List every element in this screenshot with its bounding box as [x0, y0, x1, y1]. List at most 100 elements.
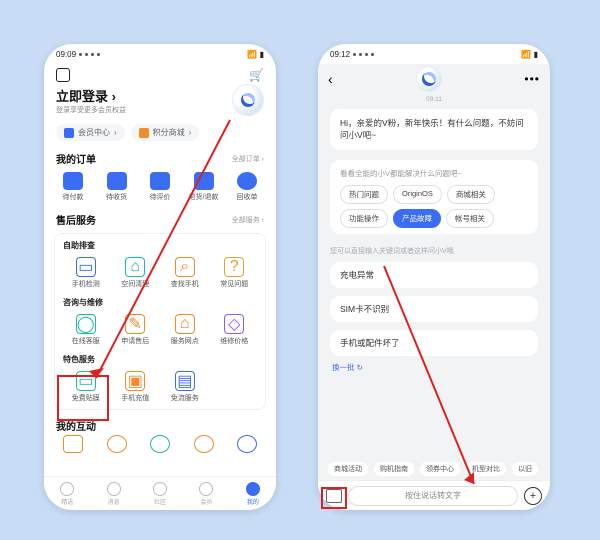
plus-icon[interactable]: +: [524, 487, 542, 505]
interact-5[interactable]: [228, 435, 266, 453]
quick-tag[interactable]: 购机指南: [374, 462, 414, 476]
topic-chip[interactable]: 功能操作: [340, 209, 388, 228]
data-icon: ▤: [175, 371, 195, 391]
bottom-tabbar: 精选 消息 社区 会员 我的: [44, 476, 276, 510]
recycle-icon: [237, 172, 257, 190]
aftersale-more[interactable]: 全部服务 ›: [232, 215, 264, 225]
topics-card: 看看全能的小V都能解决什么问题吧~ 热门问题 OriginOS 商城相关功能操作产品…: [330, 160, 538, 234]
store-icon: ⌂: [175, 314, 195, 334]
interact-4[interactable]: [185, 435, 223, 453]
member-center-pill[interactable]: 会员中心 ›: [56, 124, 125, 141]
order-pay[interactable]: 待付款: [54, 172, 92, 202]
film-icon: ▭: [76, 371, 96, 391]
coins-pill[interactable]: 积分商城 ›: [131, 124, 200, 141]
circle-icon: [237, 435, 257, 453]
faq[interactable]: ?常见问题: [210, 255, 260, 291]
quick-tag[interactable]: 领券中心: [420, 462, 460, 476]
order-review[interactable]: 待评价: [141, 172, 179, 202]
status-time: 09:12: [330, 50, 350, 59]
more-icon[interactable]: •••: [524, 72, 540, 86]
chat-screen: 09:12 📶 ▮ ‹ ••• 09:11 Hi，亲爱的V粉，新年快乐！有什么问…: [318, 44, 550, 510]
topic-chip[interactable]: 商城相关: [447, 185, 495, 204]
tab-messages[interactable]: 消息: [90, 477, 136, 510]
box-icon: [107, 172, 127, 190]
tab-community[interactable]: 社区: [137, 477, 183, 510]
free-film[interactable]: ▭免费贴膜: [61, 369, 111, 405]
status-bar: 09:12 📶 ▮: [318, 44, 550, 64]
refund-icon: [194, 172, 214, 190]
tab-featured[interactable]: 精选: [44, 477, 90, 510]
circle-icon: [194, 435, 214, 453]
tab-mine[interactable]: 我的: [230, 477, 276, 510]
login-title[interactable]: 立即登录 ›: [56, 86, 126, 105]
aftersale-heading: 售后服务: [56, 212, 96, 227]
order-refund[interactable]: 退货/退款: [185, 172, 223, 202]
login-subtitle: 登录享受更多会员权益: [56, 105, 126, 115]
group2-title: 咨询与维修: [63, 297, 259, 308]
service-store[interactable]: ⌂服务网点: [160, 312, 210, 348]
bot-avatar: [416, 66, 442, 92]
topics-title: 看看全能的小V都能解决什么问题吧~: [340, 168, 528, 179]
circle-icon: [150, 435, 170, 453]
topic-chip[interactable]: 产品故障: [393, 209, 441, 228]
coin-icon: [139, 128, 149, 138]
diamond-icon: [64, 128, 74, 138]
status-right-icons: 📶 ▮: [247, 50, 264, 59]
settings-hex-icon[interactable]: [56, 68, 70, 82]
topic-chip[interactable]: OriginOS: [393, 185, 442, 204]
orders-more[interactable]: 全部订单 ›: [232, 154, 264, 164]
voice-input[interactable]: 按住说话转文字: [348, 486, 518, 506]
order-recycle[interactable]: 回收单: [228, 172, 266, 202]
apply-aftersale[interactable]: ✎申请售后: [111, 312, 161, 348]
greeting-bubble: Hi，亲爱的V粉，新年快乐！有什么问题，不妨问问小V吧~: [330, 109, 538, 150]
review-icon: [150, 172, 170, 190]
qa-2[interactable]: SIM卡不识别: [330, 296, 538, 322]
search-icon: ⌕: [175, 257, 195, 277]
online-support[interactable]: ◯在线客服: [61, 312, 111, 348]
qa-1[interactable]: 充电异常: [330, 262, 538, 288]
topup-icon: ▣: [125, 371, 145, 391]
space-clean[interactable]: ⌂空间清理: [111, 255, 161, 291]
interact-2[interactable]: [98, 435, 136, 453]
tab-member[interactable]: 会员: [183, 477, 229, 510]
broom-icon: ⌂: [125, 257, 145, 277]
refresh-link[interactable]: 换一批 ↻: [318, 360, 550, 375]
timestamp: 09:11: [318, 96, 550, 103]
quick-tag[interactable]: 机型对比: [466, 462, 506, 476]
group3-title: 特色服务: [63, 354, 259, 365]
group1-title: 自助排查: [63, 240, 259, 251]
edit-icon: ✎: [125, 314, 145, 334]
status-bar: 09:09 📶 ▮: [44, 44, 276, 64]
phone-check[interactable]: ▭手机检测: [61, 255, 111, 291]
interact-heading: 我的互动: [56, 418, 96, 433]
orders-row: 待付款 待收货 待评价 退货/退款 回收单: [44, 168, 276, 208]
headset-icon: ◯: [76, 314, 96, 334]
quick-tag[interactable]: 以旧: [512, 462, 538, 476]
back-icon[interactable]: ‹: [328, 71, 333, 87]
cart-icon[interactable]: 🛒: [249, 68, 264, 82]
order-receive[interactable]: 待收货: [98, 172, 136, 202]
profile-screen: 09:09 📶 ▮ 🛒 立即登录 › 登录享受更多会员权益 会员中心 › 积分商…: [44, 44, 276, 510]
status-right-icons: 📶 ▮: [521, 50, 538, 59]
avatar[interactable]: [232, 84, 264, 116]
wallet-icon: [63, 172, 83, 190]
interact-1[interactable]: [54, 435, 92, 453]
quick-tag[interactable]: 商城活动: [328, 462, 368, 476]
qa-3[interactable]: 手机或配件坏了: [330, 330, 538, 356]
quick-tags: 商城活动购机指南领券中心机型对比以旧: [318, 458, 550, 480]
free-data[interactable]: ▤免流服务: [160, 369, 210, 405]
topic-chip[interactable]: 帐号相关: [446, 209, 494, 228]
phone-icon: ▭: [76, 257, 96, 277]
repair-price[interactable]: ◇维修价格: [210, 312, 260, 348]
aftersale-card: 自助排查 ▭手机检测 ⌂空间清理 ⌕查找手机 ?常见问题 咨询与维修 ◯在线客服…: [54, 233, 266, 410]
badge-icon: [63, 435, 83, 453]
find-phone[interactable]: ⌕查找手机: [160, 255, 210, 291]
keyboard-icon[interactable]: [326, 489, 342, 503]
phone-topup[interactable]: ▣手机充值: [111, 369, 161, 405]
interact-3[interactable]: [141, 435, 179, 453]
input-bar: 按住说话转文字 +: [318, 480, 550, 510]
circle-icon: [107, 435, 127, 453]
price-icon: ◇: [224, 314, 244, 334]
status-time: 09:09: [56, 50, 76, 59]
topic-chip[interactable]: 热门问题: [340, 185, 388, 204]
